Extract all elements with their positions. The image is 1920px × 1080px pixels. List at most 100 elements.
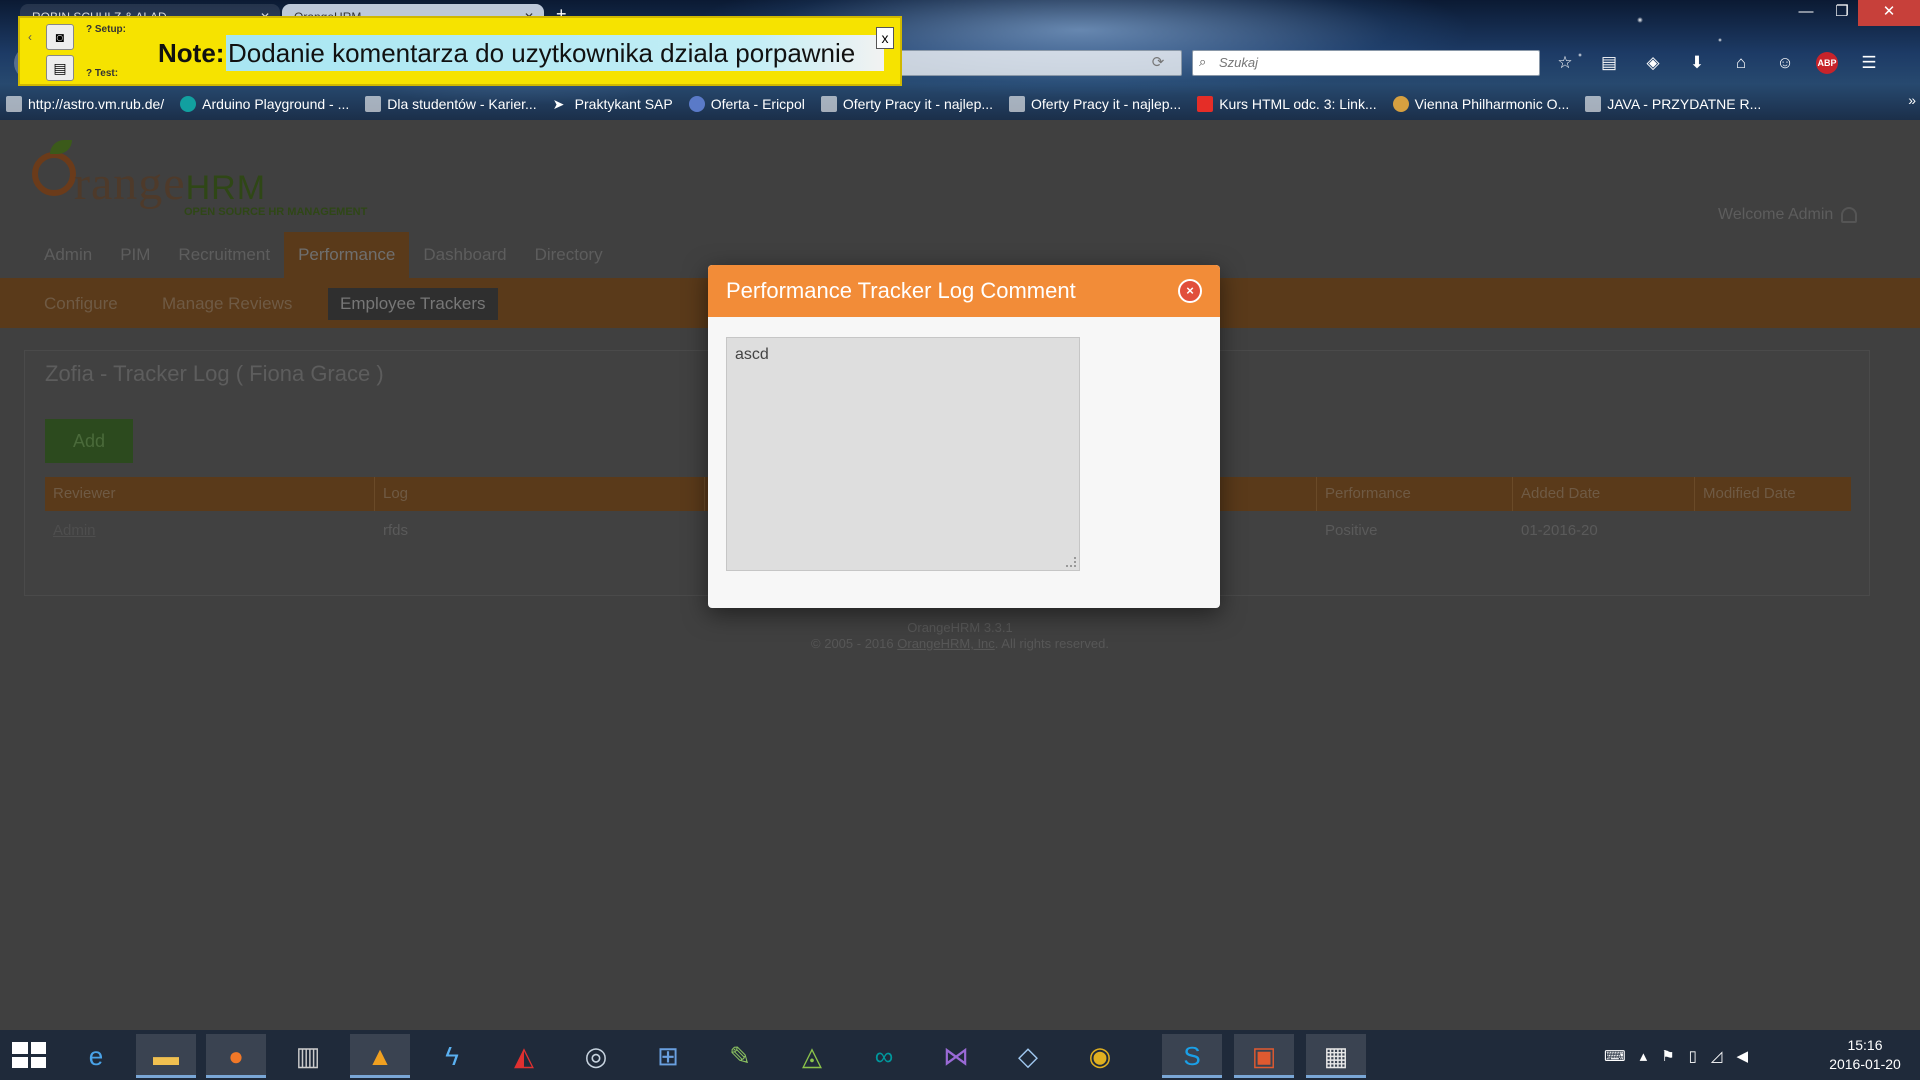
bookmark-item[interactable]: Kurs HTML odc. 3: Link... (1197, 96, 1377, 112)
arduino-ide-icon[interactable]: ∞ (854, 1034, 914, 1078)
submenu-manage-reviews[interactable]: Manage Reviews (150, 288, 304, 320)
skype-icon[interactable]: S (1162, 1034, 1222, 1078)
network-app-icon[interactable]: ⊞ (638, 1034, 698, 1078)
bookmark-star-icon[interactable]: ☆ (1552, 53, 1578, 73)
acrobat-reader-icon[interactable]: ◭ (494, 1034, 554, 1078)
bookmark-item[interactable]: Oferta - Ericpol (688, 96, 805, 112)
list-button[interactable]: ▤ (46, 55, 74, 81)
clock-time: 15:16 (1847, 1037, 1883, 1053)
search-icon: ⌕ (1199, 54, 1207, 69)
bookmark-item[interactable]: JAVA - PRZYDATNE R... (1585, 96, 1761, 112)
add-button[interactable]: Add (45, 419, 133, 463)
search-box[interactable]: ⌕ (1192, 50, 1540, 76)
battery-icon[interactable]: ▯ (1689, 1047, 1697, 1065)
menu-pim[interactable]: PIM (106, 232, 164, 278)
windows-start-button[interactable] (12, 1042, 46, 1068)
minimize-button[interactable]: — (1786, 0, 1826, 26)
bookmark-label: Kurs HTML odc. 3: Link... (1219, 96, 1377, 112)
window-close-button[interactable]: ✕ (1858, 0, 1920, 26)
tracker-log-comment-modal: Performance Tracker Log Comment × ascd (708, 265, 1220, 608)
taskbar-clock[interactable]: 15:16 2016-01-20 (1816, 1036, 1914, 1074)
keyboard-icon[interactable]: ⌨ (1604, 1047, 1626, 1065)
media-app-icon[interactable]: ▥ (278, 1034, 338, 1078)
notepad-app-icon[interactable]: ✎ (710, 1034, 770, 1078)
chrome-icon[interactable]: ◉ (1070, 1034, 1130, 1078)
modal-title: Performance Tracker Log Comment (726, 278, 1076, 303)
download-icon[interactable]: ⬇ (1684, 53, 1710, 73)
bookmark-item[interactable]: Vienna Philharmonic O... (1392, 96, 1569, 112)
maximize-button[interactable]: ❐ (1822, 0, 1862, 26)
submenu-configure[interactable]: Configure (32, 288, 130, 320)
bookmark-label: Oferty Pracy it - najlep... (842, 96, 994, 112)
comment-textarea[interactable]: ascd (726, 337, 1080, 571)
bookmark-item[interactable]: Arduino Playground - ... (180, 96, 349, 112)
internet-explorer-icon[interactable]: e (66, 1034, 126, 1078)
vlc-app-icon[interactable]: ▲ (350, 1034, 410, 1078)
bookmark-item[interactable]: Oferty Pracy it - najlep... (820, 96, 994, 112)
menu-directory[interactable]: Directory (521, 232, 617, 278)
network-warning-icon[interactable]: ⚑ (1661, 1047, 1674, 1065)
log-cell: rfds (383, 522, 409, 539)
menu-icon[interactable]: ☰ (1856, 53, 1882, 73)
page-icon (1009, 96, 1026, 112)
note-toolbar: ‹ ◙ ▤ ? Setup: ? Test: Note: Dodanie kom… (18, 16, 902, 86)
reload-icon[interactable]: ⟳ (1148, 53, 1168, 73)
menu-admin[interactable]: Admin (30, 232, 106, 278)
windows-taskbar: e ▬ ● ▥ ▲ ϟ ◭ ◎ ⊞ ✎ ◬ ∞ ⋈ ◇ ◉ S ▣ ▦ ⌨ ▴ … (0, 1030, 1920, 1080)
show-hidden-icons-icon[interactable]: ▴ (1640, 1047, 1648, 1065)
clock-date: 2016-01-20 (1829, 1056, 1901, 1072)
powerpoint-icon[interactable]: ▣ (1234, 1034, 1294, 1078)
footer-company-link[interactable]: OrangeHRM, Inc (897, 636, 995, 651)
bookmark-item[interactable]: http://astro.vm.rub.de/ (6, 96, 164, 112)
collapse-arrow-icon[interactable]: ‹ (28, 30, 32, 44)
orb-icon (1392, 96, 1409, 112)
adblock-plus-icon[interactable]: ABP (1816, 52, 1838, 74)
selenium-ide-icon[interactable]: ▦ (1306, 1034, 1366, 1078)
orangehrm-logo: rangeHRM OPEN SOURCE HR MANAGEMENT (30, 134, 390, 218)
pocket-icon[interactable]: ◈ (1640, 53, 1666, 73)
bookmark-label: Oferta - Ericpol (710, 96, 805, 112)
bookmark-item[interactable]: Oferty Pracy it - najlep... (1009, 96, 1181, 112)
logo-tagline: OPEN SOURCE HR MANAGEMENT (184, 206, 368, 218)
modified-date-cell (1695, 511, 1851, 551)
resize-grip-icon[interactable] (1066, 557, 1076, 567)
main-menu: Admin PIM Recruitment Performance Dashbo… (30, 232, 617, 278)
added-date-cell: 01-2016-20 (1521, 522, 1598, 539)
volume-icon[interactable]: ◀ (1736, 1047, 1748, 1065)
disc-app-icon[interactable]: ◎ (566, 1034, 626, 1078)
modal-close-button[interactable]: × (1178, 279, 1202, 303)
android-studio-icon[interactable]: ◬ (782, 1034, 842, 1078)
bookmarks-overflow-icon[interactable]: » (1908, 92, 1916, 108)
home-icon[interactable]: ⌂ (1728, 53, 1754, 73)
menu-recruitment[interactable]: Recruitment (164, 232, 284, 278)
column-header-reviewer: Reviewer (45, 477, 375, 511)
list-icon: ▤ (53, 60, 67, 76)
youtube-icon (1197, 96, 1214, 112)
visual-studio-icon[interactable]: ⋈ (926, 1034, 986, 1078)
virtualbox-icon[interactable]: ◇ (998, 1034, 1058, 1078)
file-explorer-icon[interactable]: ▬ (136, 1034, 196, 1078)
footer-copyright: © 2005 - 2016 OrangeHRM, Inc. All rights… (811, 636, 1109, 651)
menu-dashboard[interactable]: Dashboard (409, 232, 520, 278)
bookmark-item[interactable]: Dla studentów - Karier... (365, 96, 537, 112)
reviewer-link[interactable]: Admin (45, 511, 375, 551)
feedback-icon[interactable]: ☺ (1772, 53, 1798, 73)
performance-cell: Positive (1325, 522, 1378, 539)
arduino-icon (180, 96, 197, 112)
note-text-field[interactable]: Dodanie komentarza do uzytkownika dziala… (226, 35, 884, 71)
bookmark-item[interactable]: ➤ Praktykant SAP (553, 96, 673, 112)
reading-list-icon[interactable]: ▤ (1596, 53, 1622, 73)
bookmark-label: Praktykant SAP (574, 96, 673, 112)
firefox-icon[interactable]: ● (206, 1034, 266, 1078)
welcome-menu[interactable]: Welcome Admin (1718, 206, 1858, 224)
column-header-log: Log (375, 477, 705, 511)
submenu-employee-trackers[interactable]: Employee Trackers (328, 288, 498, 320)
lightning-app-icon[interactable]: ϟ (422, 1034, 482, 1078)
menu-performance[interactable]: Performance (284, 232, 410, 278)
setup-label: ? Setup: (86, 24, 126, 35)
signal-icon[interactable]: ◿ (1711, 1047, 1723, 1065)
note-close-button[interactable]: x (876, 27, 894, 49)
screenshot-button[interactable]: ◙ (46, 24, 74, 50)
search-input[interactable] (1219, 55, 1519, 70)
toolbar-icons: ☆ ▤ ◈ ⬇ ⌂ ☺ ABP ☰ (1552, 50, 1882, 76)
